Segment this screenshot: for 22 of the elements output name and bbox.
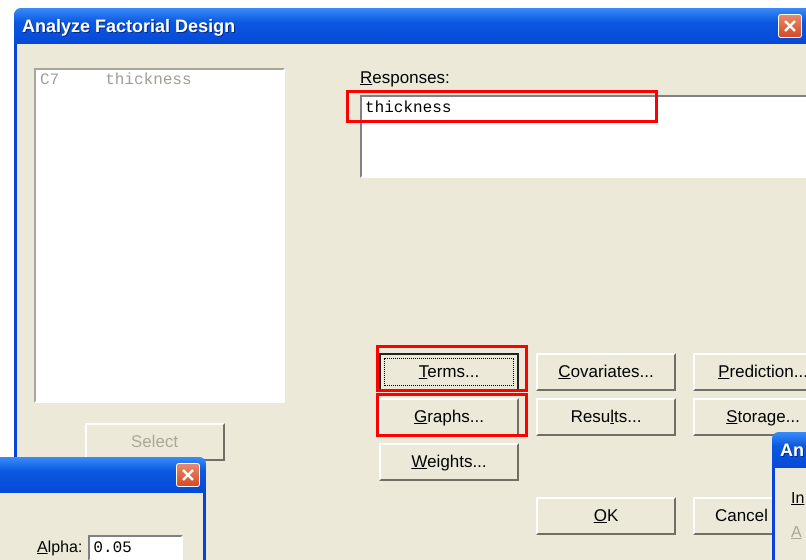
- alpha-field[interactable]: 0.05: [88, 535, 184, 560]
- option-button[interactable]: Terms...: [379, 353, 519, 391]
- dialog-text: In: [791, 490, 806, 508]
- close-icon: [783, 19, 797, 33]
- option-button[interactable]: Graphs...: [379, 398, 519, 436]
- window-title: Analyze Factorial Design: [22, 16, 236, 36]
- column-name: thickness: [105, 71, 192, 89]
- option-button[interactable]: Storage...: [693, 398, 806, 436]
- column-id: C7: [40, 71, 60, 89]
- close-button[interactable]: [176, 463, 200, 487]
- ok-button[interactable]: OK: [536, 497, 676, 535]
- option-button[interactable]: Weights...: [379, 443, 519, 481]
- dialog-text: A: [791, 524, 803, 542]
- option-button[interactable]: Results...: [536, 398, 676, 436]
- close-icon: [181, 468, 195, 482]
- option-button[interactable]: Covariates...: [536, 353, 676, 391]
- alpha-label: Alpha:: [37, 539, 82, 557]
- responses-field[interactable]: thickness: [360, 95, 806, 178]
- close-button[interactable]: [778, 14, 802, 38]
- responses-label: Responses:: [360, 68, 451, 88]
- window-title: An: [780, 440, 804, 460]
- option-button[interactable]: Prediction...: [693, 353, 806, 391]
